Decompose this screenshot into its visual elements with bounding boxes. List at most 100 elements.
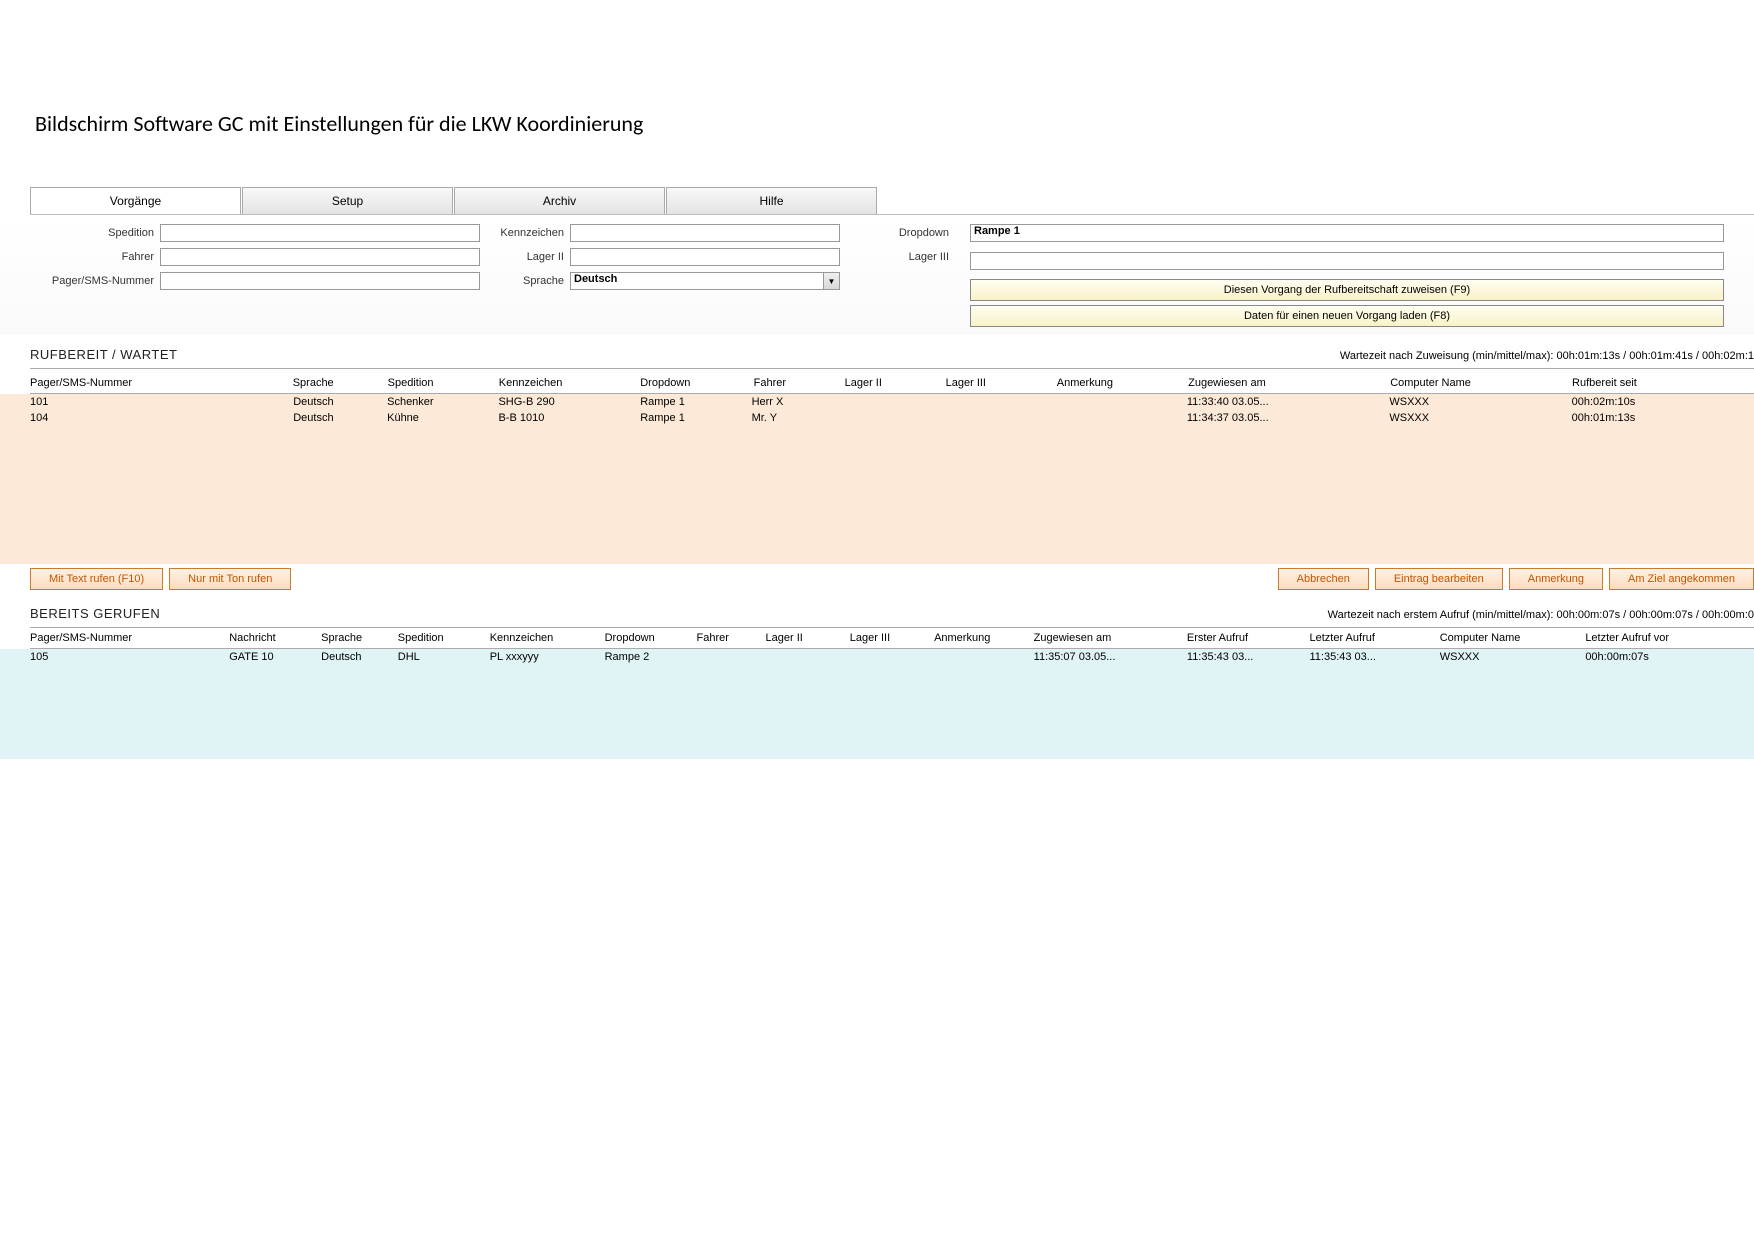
col-header: Computer Name bbox=[1390, 373, 1572, 394]
table-row[interactable]: 101DeutschSchenkerSHG-B 290Rampe 1Herr X… bbox=[30, 394, 1754, 410]
cell: WSXXX bbox=[1389, 410, 1571, 426]
col-header: Nachricht bbox=[229, 628, 321, 649]
table-called: Pager/SMS-NummerNachrichtSpracheSpeditio… bbox=[30, 628, 1754, 649]
called-stat: Wartezeit nach erstem Aufruf (min/mittel… bbox=[1328, 609, 1754, 621]
menu-archiv[interactable]: Archiv bbox=[454, 187, 665, 214]
btn-edit[interactable]: Eintrag bearbeiten bbox=[1375, 568, 1503, 590]
col-header: Kennzeichen bbox=[490, 628, 605, 649]
menu-setup[interactable]: Setup bbox=[242, 187, 453, 214]
cell: 11:34:37 03.05... bbox=[1187, 410, 1389, 426]
table-row[interactable]: 104DeutschKühneB-B 1010Rampe 1Mr. Y11:34… bbox=[30, 410, 1754, 426]
ready-stat: Wartezeit nach Zuweisung (min/mittel/max… bbox=[1340, 350, 1754, 362]
col-header: Kennzeichen bbox=[499, 373, 640, 394]
input-lager3[interactable] bbox=[970, 252, 1724, 270]
cell: PL xxxyyy bbox=[490, 649, 605, 665]
cell bbox=[697, 649, 766, 665]
input-fahrer[interactable] bbox=[160, 248, 480, 266]
cell bbox=[843, 394, 944, 410]
col-header: Letzter Aufruf vor bbox=[1585, 628, 1754, 649]
cell: 104 bbox=[30, 410, 293, 426]
cell: 11:35:43 03... bbox=[1309, 649, 1439, 665]
col-header: Spedition bbox=[388, 373, 499, 394]
col-header: Lager III bbox=[946, 373, 1057, 394]
input-spedition[interactable] bbox=[160, 224, 480, 242]
cell bbox=[934, 649, 1034, 665]
cell: Rampe 1 bbox=[640, 410, 751, 426]
input-kennzeichen[interactable] bbox=[570, 224, 840, 242]
section-ready-title: RUFBEREIT / WARTET bbox=[30, 347, 177, 362]
cell bbox=[944, 410, 1055, 426]
cell: GATE 10 bbox=[229, 649, 321, 665]
label-sprache: Sprache bbox=[490, 275, 570, 287]
col-header: Rufbereit seit bbox=[1572, 373, 1754, 394]
col-header: Lager III bbox=[850, 628, 934, 649]
col-header: Dropdown bbox=[640, 373, 753, 394]
cell bbox=[843, 410, 944, 426]
label-kennzeichen: Kennzeichen bbox=[490, 227, 570, 239]
page-title: Bildschirm Software GC mit Einstellungen… bbox=[0, 0, 1754, 187]
cell: SHG-B 290 bbox=[498, 394, 640, 410]
col-header: Pager/SMS-Nummer bbox=[30, 373, 293, 394]
cell bbox=[1055, 410, 1187, 426]
cell: Schenker bbox=[387, 394, 498, 410]
cell bbox=[1055, 394, 1187, 410]
label-lager3: Lager III bbox=[870, 251, 955, 263]
cell: Mr. Y bbox=[752, 410, 843, 426]
col-header: Spedition bbox=[398, 628, 490, 649]
select-sprache[interactable]: Deutsch bbox=[570, 272, 824, 290]
cell: 11:35:07 03.05... bbox=[1034, 649, 1187, 665]
col-header: Sprache bbox=[293, 373, 388, 394]
cell: WSXXX bbox=[1440, 649, 1586, 665]
cell: 00h:02m:10s bbox=[1572, 394, 1754, 410]
input-lager2[interactable] bbox=[570, 248, 840, 266]
btn-assign-f9[interactable]: Diesen Vorgang der Rufbereitschaft zuwei… bbox=[970, 279, 1724, 301]
cell: 00h:00m:07s bbox=[1585, 649, 1754, 665]
cell bbox=[766, 649, 850, 665]
label-pager: Pager/SMS-Nummer bbox=[30, 275, 160, 287]
col-header: Sprache bbox=[321, 628, 398, 649]
cell: DHL bbox=[398, 649, 490, 665]
menubar: Vorgänge Setup Archiv Hilfe bbox=[30, 187, 1754, 215]
cell: WSXXX bbox=[1389, 394, 1571, 410]
form-area: Spedition Fahrer Pager/SMS-Nummer Kennze… bbox=[0, 215, 1754, 335]
menu-hilfe[interactable]: Hilfe bbox=[666, 187, 877, 214]
chevron-down-icon[interactable]: ▼ bbox=[824, 272, 840, 290]
btn-arrived[interactable]: Am Ziel angekommen bbox=[1609, 568, 1754, 590]
btn-cancel[interactable]: Abbrechen bbox=[1278, 568, 1369, 590]
cell: 11:35:43 03... bbox=[1187, 649, 1310, 665]
col-header: Anmerkung bbox=[1057, 373, 1188, 394]
cell: Deutsch bbox=[321, 649, 398, 665]
label-fahrer: Fahrer bbox=[30, 251, 160, 263]
cell bbox=[944, 394, 1055, 410]
input-pager[interactable] bbox=[160, 272, 480, 290]
btn-load-f8[interactable]: Daten für einen neuen Vorgang laden (F8) bbox=[970, 305, 1724, 327]
cell: Rampe 2 bbox=[605, 649, 697, 665]
cell: Deutsch bbox=[293, 394, 387, 410]
col-header: Computer Name bbox=[1440, 628, 1586, 649]
cell: 11:33:40 03.05... bbox=[1187, 394, 1389, 410]
col-header: Pager/SMS-Nummer bbox=[30, 628, 229, 649]
cell: Rampe 1 bbox=[640, 394, 751, 410]
col-header: Zugewiesen am bbox=[1034, 628, 1187, 649]
col-header: Lager II bbox=[845, 373, 946, 394]
label-dropdown: Dropdown bbox=[870, 227, 955, 239]
btn-note[interactable]: Anmerkung bbox=[1509, 568, 1603, 590]
label-lager2: Lager II bbox=[490, 251, 570, 263]
col-header: Dropdown bbox=[605, 628, 697, 649]
col-header: Zugewiesen am bbox=[1188, 373, 1390, 394]
btn-call-sound[interactable]: Nur mit Ton rufen bbox=[169, 568, 291, 590]
col-header: Lager II bbox=[766, 628, 850, 649]
cell: 101 bbox=[30, 394, 293, 410]
cell: Kühne bbox=[387, 410, 498, 426]
cell: Herr X bbox=[752, 394, 843, 410]
col-header: Anmerkung bbox=[934, 628, 1034, 649]
btn-call-text[interactable]: Mit Text rufen (F10) bbox=[30, 568, 163, 590]
col-header: Erster Aufruf bbox=[1187, 628, 1310, 649]
select-dropdown[interactable]: Rampe 1 bbox=[970, 224, 1724, 242]
col-header: Fahrer bbox=[697, 628, 766, 649]
table-row[interactable]: 105GATE 10DeutschDHLPL xxxyyyRampe 211:3… bbox=[30, 649, 1754, 665]
cell bbox=[850, 649, 934, 665]
label-spedition: Spedition bbox=[30, 227, 160, 239]
cell: B-B 1010 bbox=[498, 410, 640, 426]
menu-vorgaenge[interactable]: Vorgänge bbox=[30, 187, 241, 214]
